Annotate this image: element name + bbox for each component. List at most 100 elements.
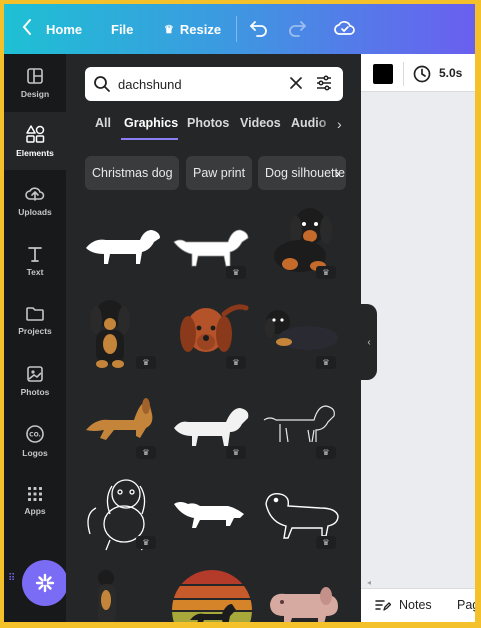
pages-button[interactable]: Pag [457, 598, 475, 612]
file-menu-button[interactable]: File [111, 4, 133, 54]
bottom-bar: Notes Pag [361, 588, 475, 622]
tab-graphics[interactable]: Graphics [124, 116, 178, 130]
rail-item-apps[interactable]: Apps [4, 472, 66, 530]
chip-christmas-dog[interactable]: Christmas dog [85, 156, 179, 190]
graphic-tile-white-dachshund-standing[interactable] [170, 474, 254, 554]
rail-label-text: Text [26, 267, 44, 277]
notes-icon [375, 600, 391, 611]
suggestion-chips: Christmas dog Paw print Dog silhouette › [85, 156, 361, 190]
rail-item-photos[interactable]: Photos [4, 352, 66, 410]
toolbar-divider [236, 16, 237, 42]
drag-grip-icon[interactable]: ⠿ [8, 574, 16, 584]
horizontal-scrollbar[interactable] [361, 574, 475, 588]
apps-grid-icon [28, 487, 42, 501]
graphic-tile-tan-dachshund-jumping[interactable]: ♛ [80, 384, 164, 464]
canvas-area: 5.0s ◂ Notes Pag [361, 54, 475, 622]
rail-label-apps: Apps [24, 506, 46, 516]
premium-crown-icon: ♛ [226, 356, 246, 369]
cloud-upload-icon [25, 187, 45, 201]
duration-value[interactable]: 5.0s [439, 66, 462, 80]
sparkle-icon [35, 573, 55, 593]
rail-item-text[interactable]: Text [4, 232, 66, 290]
graphic-tile-dachshund-standing-up[interactable]: ♛ [80, 564, 164, 622]
text-icon [28, 247, 42, 262]
redo-icon [289, 21, 306, 37]
shapes-icon [26, 125, 45, 143]
toolbar-divider [403, 62, 404, 86]
filter-icon[interactable] [315, 74, 333, 92]
folder-icon [26, 307, 44, 321]
tabs-scroll-right-icon[interactable]: › [337, 116, 342, 132]
premium-crown-icon: ♛ [226, 266, 246, 279]
top-bar: Home File ♛ Resize [4, 4, 475, 54]
graphic-tile-red-dachshund-face[interactable]: ♛ [170, 294, 254, 374]
search-box[interactable]: dachshund [85, 67, 343, 101]
graphic-tile-dachshund-line-drawing[interactable]: ♛ [260, 384, 344, 464]
clock-icon[interactable] [413, 65, 431, 83]
graphic-tile-retro-sunset-dachshund[interactable] [170, 564, 254, 622]
rail-item-design[interactable]: Design [4, 54, 66, 112]
premium-crown-icon: ♛ [316, 266, 336, 279]
elements-panel: dachshund All Graphics Photos Videos Aud… [66, 54, 361, 622]
redo-button[interactable] [287, 19, 307, 42]
graphic-tile-white-dachshund-outline[interactable]: ♛ [170, 204, 254, 284]
notes-label: Notes [399, 598, 432, 612]
graphic-tile-black-tan-dachshund-front[interactable]: ♛ [80, 294, 164, 374]
app-window: Home File ♛ Resize Design Elements Uploa… [4, 4, 475, 622]
undo-icon [250, 21, 267, 37]
graphic-tile-white-dachshund-silhouette[interactable] [80, 204, 164, 284]
rail-item-projects[interactable]: Projects [4, 292, 66, 350]
rail-label-design: Design [20, 89, 50, 99]
graphic-tile-dachshund-outline-white[interactable]: ♛ [260, 474, 344, 554]
tab-videos[interactable]: Videos [240, 116, 281, 130]
resize-label: Resize [179, 21, 222, 37]
svg-text:CO.: CO. [29, 432, 41, 439]
active-tab-indicator [121, 138, 178, 140]
graphic-tile-black-tan-dachshund-sitting[interactable]: ♛ [260, 204, 344, 284]
home-label: Home [46, 21, 83, 37]
rail-label-projects: Projects [18, 326, 52, 336]
premium-crown-icon: ♛ [136, 536, 156, 549]
premium-crown-icon: ♛ [136, 446, 156, 459]
content-tabs: All Graphics Photos Videos Audio › [91, 116, 361, 140]
graphic-tile-white-dachshund-shape[interactable]: ♛ [170, 384, 254, 464]
layout-icon [27, 68, 43, 84]
scroll-left-icon[interactable]: ◂ [367, 578, 371, 587]
home-button[interactable]: Home [22, 4, 82, 54]
undo-button[interactable] [249, 19, 269, 42]
graphic-tile-dachshund-sketch-sitting[interactable]: ♛ [80, 474, 164, 554]
tab-photos[interactable]: Photos [187, 116, 229, 130]
rail-item-elements[interactable]: Elements [4, 112, 66, 170]
premium-crown-icon: ♛ [316, 446, 336, 459]
rail-item-logos[interactable]: CO. Logos [4, 412, 66, 470]
crown-icon: ♛ [164, 23, 174, 36]
chip-dog-silhouette[interactable]: Dog silhouette [258, 156, 346, 190]
rail-label-logos: Logos [22, 448, 48, 458]
logo-icon: CO. [26, 425, 44, 443]
fill-color-swatch[interactable] [373, 64, 393, 84]
clear-search-icon[interactable] [288, 75, 304, 91]
tab-all[interactable]: All [95, 116, 111, 130]
search-icon [94, 76, 110, 92]
notes-button[interactable]: Notes [375, 598, 432, 612]
collapse-panel-handle[interactable]: ‹ [361, 304, 377, 380]
resize-button[interactable]: ♛ Resize [164, 4, 221, 54]
magic-assistant-button[interactable] [22, 560, 68, 606]
cloud-save-button[interactable] [334, 18, 356, 43]
editor-toolbar: 5.0s [361, 54, 475, 92]
chip-paw-print[interactable]: Paw print [186, 156, 252, 190]
cloud-check-icon [334, 21, 355, 35]
rail-item-uploads[interactable]: Uploads [4, 172, 66, 230]
graphic-tile-black-dachshund-lying[interactable]: ♛ [260, 294, 344, 374]
chips-scroll-right-icon[interactable]: › [335, 165, 340, 181]
rail-label-photos: Photos [20, 387, 50, 397]
graphic-tile-pink-dachshund-toy[interactable] [260, 564, 344, 622]
rail-label-elements: Elements [16, 148, 54, 158]
rail-label-uploads: Uploads [18, 207, 52, 217]
premium-crown-icon: ♛ [316, 536, 336, 549]
search-input[interactable]: dachshund [118, 77, 182, 92]
image-icon [27, 366, 43, 382]
chevron-left-icon [22, 18, 32, 41]
file-label: File [111, 21, 134, 37]
tabs-fade [316, 116, 338, 136]
